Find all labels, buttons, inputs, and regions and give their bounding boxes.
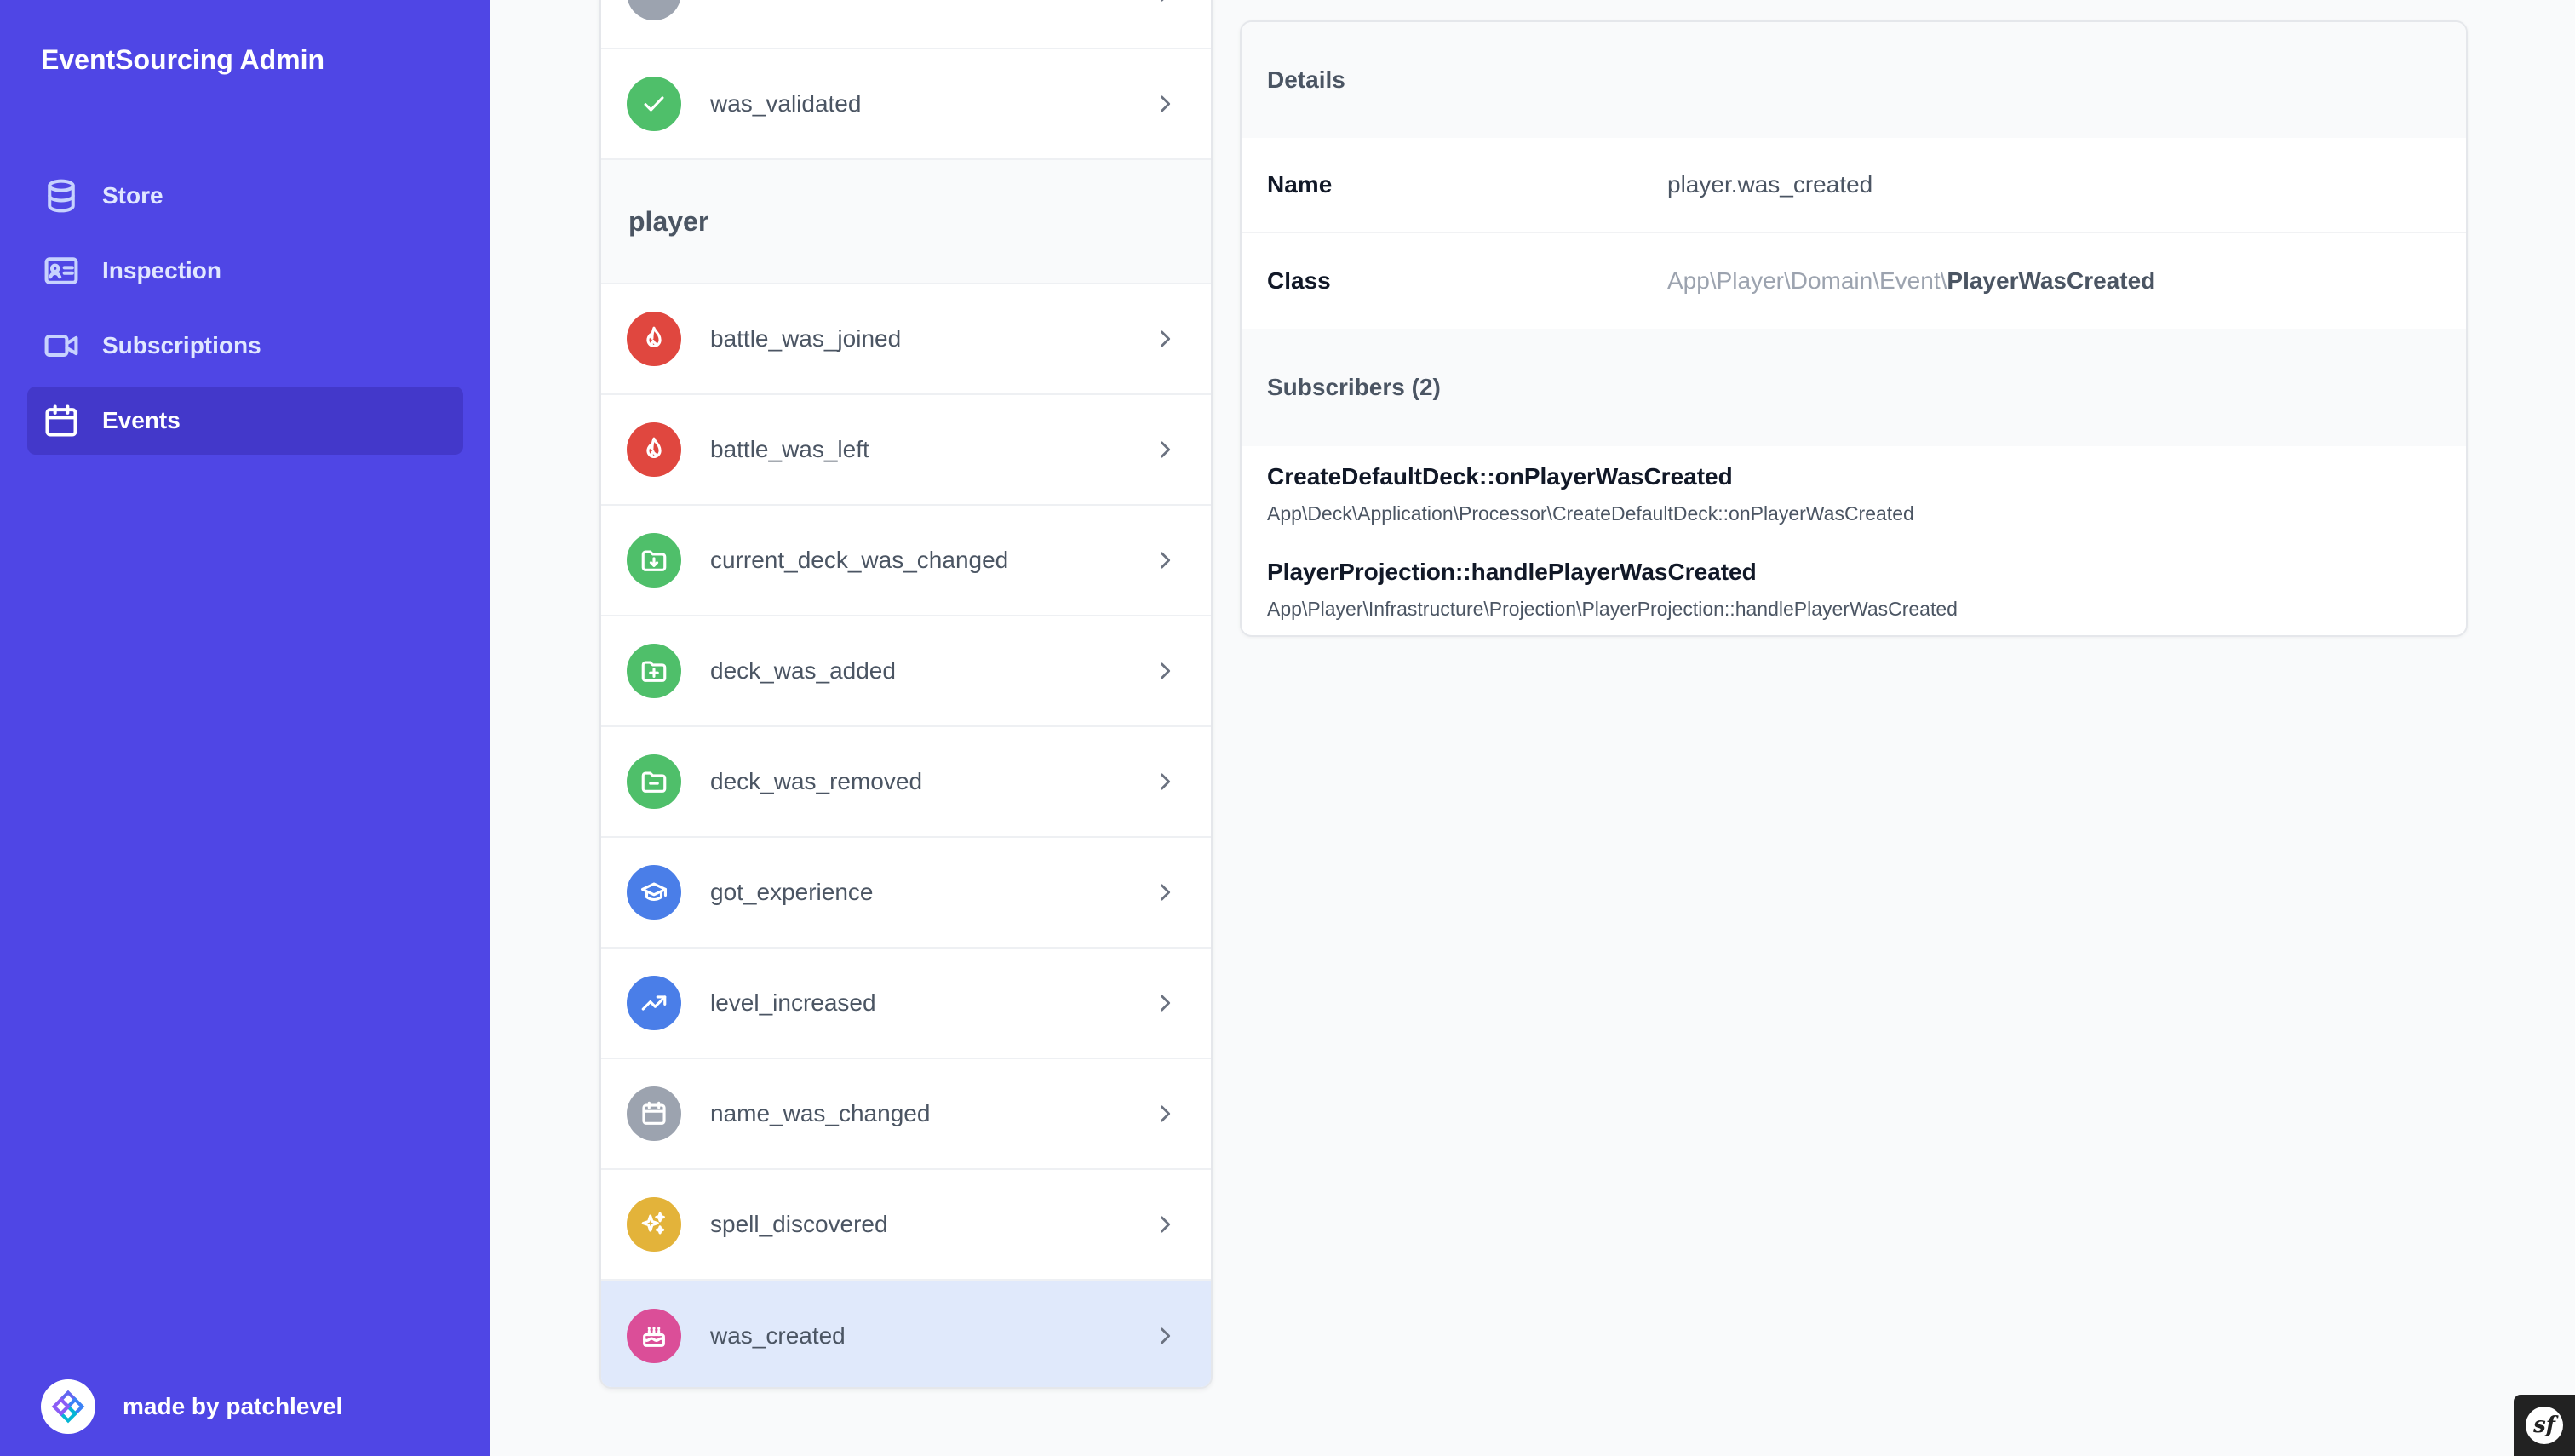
sidebar: EventSourcing Admin Store Inspection Sub… [0,0,490,1456]
debug-toolbar-toggle[interactable]: sf [2514,1395,2575,1456]
calendar-icon [45,404,77,437]
chevron-right-icon [1153,1324,1177,1348]
class-namespace: App\Player\Domain\Event\ [1667,267,1947,294]
video-camera-icon [44,334,78,358]
list-item[interactable]: battle_was_left [601,395,1211,506]
academic-cap-icon [627,865,681,920]
detail-row-class: Class App\Player\Domain\Event\PlayerWasC… [1242,233,2466,329]
detail-key: Name [1267,171,1333,198]
class-name: PlayerWasCreated [1947,267,2156,294]
subscriber-path: App\Player\Infrastructure\Projection\Pla… [1267,598,1958,620]
footer[interactable]: made by patchlevel [41,1379,342,1434]
details-panel: Details Name player.was_created Class Ap… [1240,20,2468,637]
details-header: Details [1242,22,2466,138]
sidebar-item-inspection[interactable]: Inspection [27,237,463,305]
event-label: spell_discovered [710,1211,888,1237]
list-item[interactable] [601,0,1211,49]
event-label: was_validated [710,90,862,117]
footer-text: made by patchlevel [123,1393,343,1419]
sidebar-item-label: Store [102,182,163,209]
list-item[interactable]: current_deck_was_changed [601,506,1211,616]
list-item[interactable]: was_validated [601,49,1211,160]
chevron-right-icon [1153,327,1177,351]
detail-value: player.was_created [1667,171,1873,198]
folder-plus-icon [627,644,681,698]
sidebar-item-subscriptions[interactable]: Subscriptions [27,312,463,380]
event-label: deck_was_added [710,657,896,684]
event-label: battle_was_joined [710,325,902,352]
event-list: was_validated player battle_was_joined b… [599,0,1213,1389]
check-icon [627,77,681,131]
event-label: name_was_changed [710,1100,931,1126]
trending-up-icon [627,976,681,1030]
id-card-icon [44,257,78,284]
app-title: EventSourcing Admin [41,44,325,75]
folder-minus-icon [627,754,681,809]
list-item-selected[interactable]: was_created [601,1281,1211,1387]
sidebar-item-label: Inspection [102,257,222,284]
event-label: level_increased [710,989,876,1016]
list-item[interactable]: level_increased [601,949,1211,1059]
subscribers-header: Subscribers (2) [1242,329,2466,446]
detail-key: Class [1267,267,1331,294]
sidebar-item-label: Events [102,407,181,433]
chevron-right-icon [1153,991,1177,1015]
chevron-right-icon [1153,92,1177,116]
sparkles-icon [627,1197,681,1252]
subscriber-item: PlayerProjection::handlePlayerWasCreated… [1267,559,1958,621]
subscriber-title: PlayerProjection::handlePlayerWasCreated [1267,559,1757,585]
calendar-icon [627,1086,681,1141]
list-item[interactable]: got_experience [601,838,1211,949]
detail-value: App\Player\Domain\Event\PlayerWasCreated [1667,267,2155,295]
chevron-right-icon [1153,1102,1177,1126]
chevron-right-icon [1153,880,1177,904]
subscriber-title: CreateDefaultDeck::onPlayerWasCreated [1267,463,1733,490]
list-item[interactable]: name_was_changed [601,1059,1211,1170]
chevron-right-icon [1153,548,1177,572]
fire-icon [627,422,681,477]
list-item[interactable]: deck_was_removed [601,727,1211,838]
subscriber-item: CreateDefaultDeck::onPlayerWasCreated Ap… [1267,463,1914,525]
sidebar-item-events[interactable]: Events [27,387,463,455]
event-label: deck_was_removed [710,768,923,794]
chevron-right-icon [1153,0,1177,5]
sidebar-item-label: Subscriptions [102,332,261,358]
event-label: current_deck_was_changed [710,547,1009,573]
sidebar-item-store[interactable]: Store [27,162,463,230]
chevron-right-icon [1153,1212,1177,1236]
database-icon [48,179,75,213]
list-item[interactable]: battle_was_joined [601,284,1211,395]
event-label: battle_was_left [710,436,869,462]
chevron-right-icon [1153,770,1177,794]
event-label: was_created [710,1322,846,1349]
symfony-logo-icon: sf [2526,1407,2563,1444]
list-item[interactable]: spell_discovered [601,1170,1211,1281]
sidebar-nav: Store Inspection Subscriptions Events [27,162,463,461]
subscriber-path: App\Deck\Application\Processor\CreateDef… [1267,502,1914,525]
event-label: got_experience [710,879,874,905]
group-header: player [601,160,1211,284]
cake-icon [627,1309,681,1363]
list-item[interactable]: deck_was_added [601,616,1211,727]
folder-arrow-down-icon [627,533,681,588]
chevron-right-icon [1153,438,1177,461]
detail-row-name: Name player.was_created [1242,138,2466,233]
event-icon [627,0,681,20]
patchlevel-logo [41,1379,95,1434]
fire-icon [627,312,681,366]
chevron-right-icon [1153,659,1177,683]
